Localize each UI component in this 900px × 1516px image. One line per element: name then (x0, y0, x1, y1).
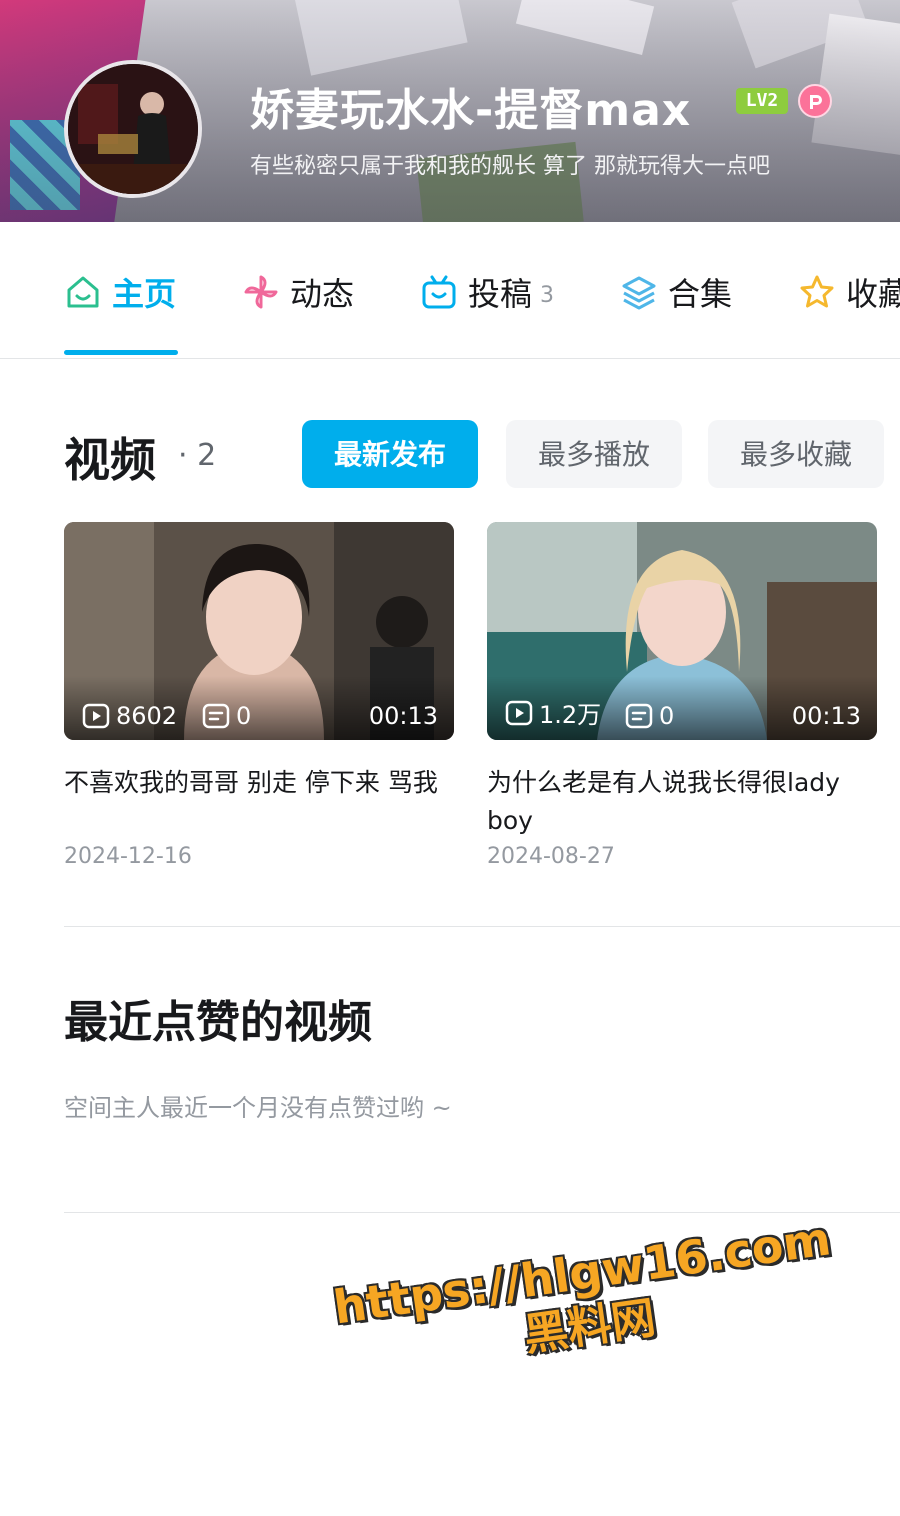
danmaku-count: 0 (202, 702, 251, 730)
tab-label: 合集 (668, 275, 733, 313)
avatar-image (68, 64, 198, 194)
home-icon (67, 276, 99, 308)
video-date: 2024-08-27 (487, 844, 615, 869)
profile-tabs: 主页 动态 投稿 3 合集 收藏 (0, 222, 900, 359)
section-divider (64, 926, 900, 927)
profile-banner: 娇妻玩水水-提督max LV2 有些秘密只属于我和我的舰长 算了 那就玩得大一点… (0, 0, 900, 222)
tab-favorites[interactable]: 收藏 (798, 270, 900, 314)
play-icon (505, 700, 533, 725)
tab-collections[interactable]: 合集 (620, 270, 732, 314)
danmaku-count-value: 0 (659, 702, 675, 730)
submission-count: 3 (540, 282, 555, 308)
video-title[interactable]: 为什么老是有人说我长得很lady boy (487, 764, 877, 840)
tab-dynamic[interactable]: 动态 (242, 270, 354, 314)
watermark: https://hlgw16.com 黑料网 (330, 1210, 842, 1389)
layers-icon (622, 276, 656, 310)
sort-latest-button[interactable]: 最新发布 (302, 420, 478, 488)
liked-empty-message: 空间主人最近一个月没有点赞过哟 ~ (64, 1094, 452, 1122)
danmaku-icon (625, 703, 653, 729)
videos-heading: 视频 (64, 433, 156, 487)
video-card[interactable]: 8602 0 00:13 不喜欢我的哥哥 别走 停下来 骂我 2024-12-1… (64, 522, 454, 869)
active-tab-indicator (64, 350, 178, 355)
vip-badge-icon (798, 84, 832, 118)
play-count-value: 1.2万 (539, 701, 602, 729)
danmaku-count: 0 (625, 702, 674, 730)
tab-label: 收藏 (846, 275, 900, 313)
video-title[interactable]: 不喜欢我的哥哥 别走 停下来 骂我 (64, 764, 454, 802)
play-count-value: 8602 (116, 702, 178, 730)
play-count: 8602 (82, 702, 177, 730)
sort-most-favorited-button[interactable]: 最多收藏 (708, 420, 884, 488)
avatar[interactable] (64, 60, 202, 198)
username: 娇妻玩水水-提督max (250, 85, 692, 136)
danmaku-count-value: 0 (236, 702, 252, 730)
video-thumbnail[interactable]: 8602 0 00:13 (64, 522, 454, 740)
play-icon (82, 703, 110, 729)
liked-videos-heading: 最近点赞的视频 (64, 997, 372, 1048)
windmill-icon (244, 275, 278, 309)
video-card[interactable]: 1.2万 0 00:13 为什么老是有人说我长得很lady boy 2024-0… (487, 522, 877, 869)
tab-label: 投稿 (468, 275, 533, 313)
sort-most-played-button[interactable]: 最多播放 (506, 420, 682, 488)
level-badge: LV2 (736, 88, 788, 114)
section-divider (64, 1212, 900, 1213)
play-count: 1.2万 (505, 695, 601, 730)
video-date: 2024-12-16 (64, 844, 192, 869)
star-icon (800, 275, 834, 308)
vip-icon (810, 95, 822, 109)
tab-submissions[interactable]: 投稿 3 (420, 270, 554, 314)
videos-count: · 2 (178, 438, 217, 473)
profile-signature: 有些秘密只属于我和我的舰长 算了 那就玩得大一点吧 (250, 154, 770, 179)
video-duration: 00:13 (791, 702, 861, 730)
tab-label: 主页 (112, 275, 177, 313)
video-thumbnail[interactable]: 1.2万 0 00:13 (487, 522, 877, 740)
tab-home[interactable]: 主页 (64, 270, 176, 314)
video-duration: 00:13 (368, 702, 438, 730)
tab-label: 动态 (290, 275, 355, 313)
danmaku-icon (202, 703, 230, 729)
tv-icon (422, 275, 456, 309)
